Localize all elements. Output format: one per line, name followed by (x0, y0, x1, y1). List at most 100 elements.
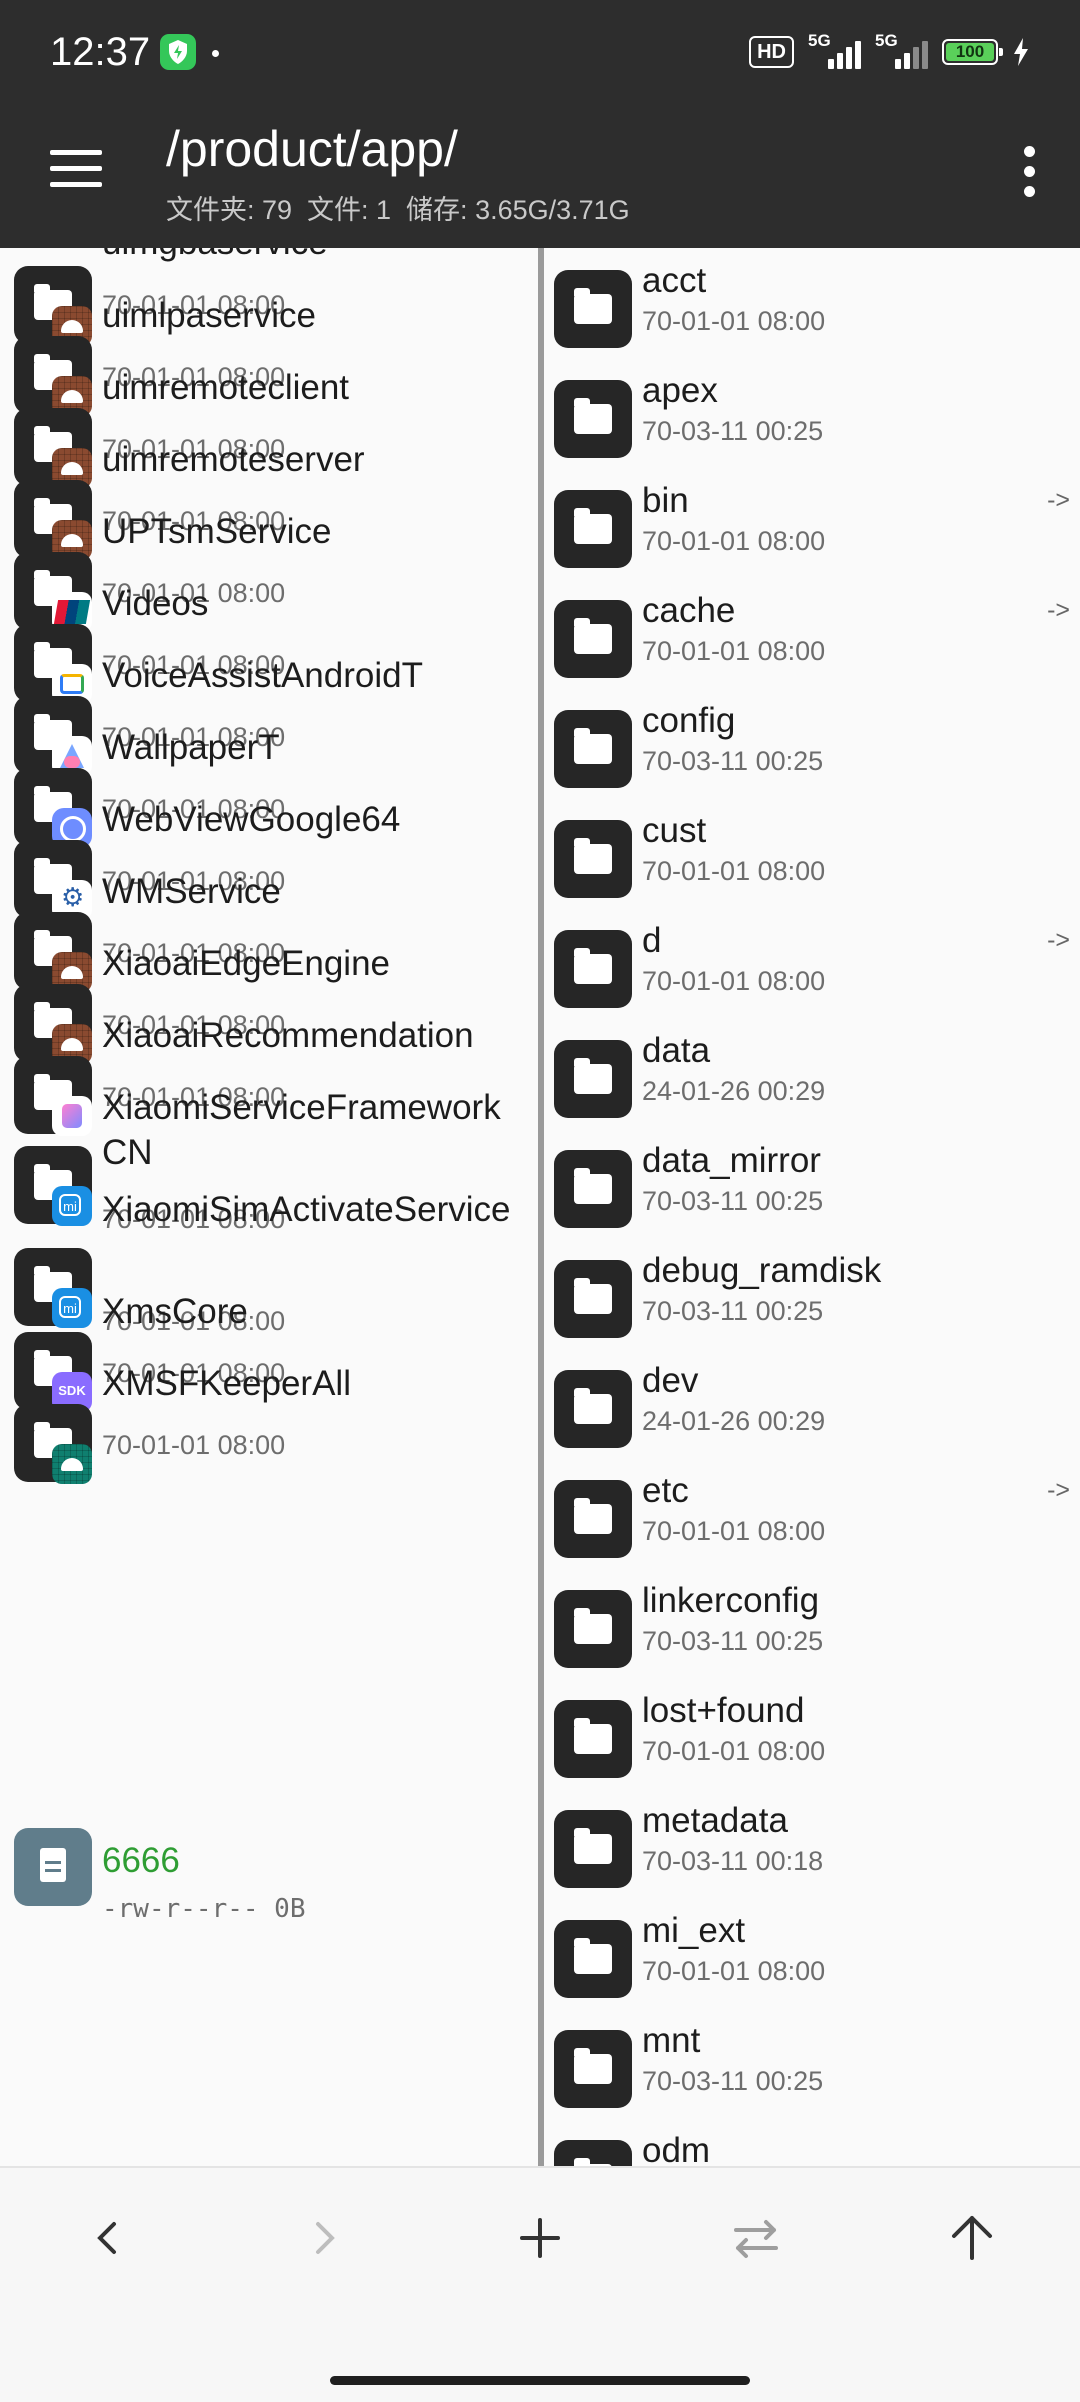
status-bar: 12:37 HD 5G 5G 100 (0, 0, 1080, 104)
folder-icon (554, 1040, 632, 1118)
folder-date: 70-01-01 08:00 (642, 636, 826, 666)
file-permissions: -rw-r--r-- 0B (102, 1894, 306, 1924)
folder-name: lost+found (642, 1691, 805, 1730)
folder-shape (574, 508, 612, 544)
folder-shape (574, 948, 612, 984)
folder-shape (574, 1498, 612, 1534)
current-path: /product/app/ (166, 121, 458, 177)
folder-icon (554, 930, 632, 1008)
folder-name: mnt (642, 2021, 701, 2060)
status-icons: HD 5G 5G 100 (749, 31, 1030, 72)
folder-shape (574, 398, 612, 434)
file-name: XiaoaiEdgeEngine (102, 944, 391, 983)
folder-shape (574, 1278, 612, 1314)
signal-2-icon: 5G (875, 31, 928, 69)
battery-icon: 100 (942, 39, 1003, 65)
folder-name: config (642, 701, 736, 740)
file-name: XMSFKeeperAll (102, 1364, 351, 1403)
file-name: WMService (102, 872, 281, 911)
add-icon[interactable] (490, 2208, 590, 2268)
folder-date: 70-01-01 08:00 (642, 1956, 826, 1986)
folder-icon (554, 490, 632, 568)
folder-icon (554, 1920, 632, 1998)
folder-icon (554, 2030, 632, 2108)
menu-hamburger-icon[interactable] (50, 148, 104, 188)
folder-icon (554, 1480, 632, 1558)
folder-name: apex (642, 371, 718, 410)
symlink-indicator: -> (1047, 596, 1070, 624)
network-type-2: 5G (875, 31, 898, 50)
hd-icon: HD (749, 36, 794, 68)
app-bar: 12:37 HD 5G 5G 100 /product/app/ 文件夹: 79… (0, 0, 1080, 248)
folder-icon (554, 2140, 632, 2166)
file-name: WallpaperT (102, 728, 280, 767)
folder-shape (574, 1168, 612, 1204)
bottom-toolbar (0, 2166, 1080, 2402)
folder-icon (554, 1370, 632, 1448)
folder-shape (574, 618, 612, 654)
android-teal-app-icon (52, 1444, 92, 1484)
file-name: XmsCore (102, 1292, 248, 1331)
forward-icon[interactable] (274, 2208, 374, 2268)
folder-name: acct (642, 261, 707, 300)
folder-name: bin (642, 481, 689, 520)
left-file-pane[interactable]: uimgbaservice 70-01-01 08:00 uimlpaservice… (0, 248, 538, 2166)
status-time: 12:37 (50, 30, 151, 74)
file-name: UPTsmService (102, 512, 332, 551)
folder-name: mi_ext (642, 1911, 746, 1950)
storage-stats: 文件夹: 79 文件: 1 储存: 3.65G/3.71G (166, 195, 630, 225)
symlink-indicator: -> (1047, 1476, 1070, 1504)
folder-date: 24-01-26 00:29 (642, 1076, 826, 1106)
network-type-1: 5G (808, 31, 831, 50)
back-icon[interactable] (58, 2208, 158, 2268)
folder-date: 70-03-11 00:25 (642, 1186, 824, 1216)
folder-date: 70-01-01 08:00 (642, 526, 826, 556)
file-name: uimlpaservice (102, 296, 316, 335)
up-icon[interactable] (922, 2208, 1022, 2268)
file-name: Videos (102, 584, 209, 623)
folder-date: 70-03-11 00:25 (642, 746, 824, 776)
charging-icon (1014, 38, 1028, 66)
file-name: VoiceAssistAndroidT (102, 656, 423, 695)
folder-shape (574, 2048, 612, 2084)
more-options-icon[interactable] (1022, 146, 1036, 198)
security-shield-icon (160, 34, 196, 70)
folder-name: data (642, 1031, 711, 1070)
folder-name: d (642, 921, 662, 960)
document-icon (14, 1828, 92, 1906)
folder-date: 70-01-01 08:00 (642, 856, 826, 886)
folder-shape (574, 728, 612, 764)
folder-shape (574, 1058, 612, 1094)
folder-shape (574, 1718, 612, 1754)
folder-name: linkerconfig (642, 1581, 820, 1620)
file-name: 6666 (102, 1841, 180, 1880)
symlink-indicator: -> (1047, 926, 1070, 954)
folder-icon (554, 270, 632, 348)
folder-shape (574, 1608, 612, 1644)
folder-name: metadata (642, 1801, 788, 1840)
folder-icon (554, 710, 632, 788)
folder-name: debug_ramdisk (642, 1251, 882, 1290)
folder-icon (554, 1810, 632, 1888)
folder-name: dev (642, 1361, 699, 1400)
notification-dot-icon (212, 50, 219, 57)
folder-date: 70-03-11 00:25 (642, 416, 824, 446)
folder-shape (574, 1828, 612, 1864)
symlink-indicator: -> (1047, 486, 1070, 514)
swap-icon[interactable] (706, 2208, 806, 2268)
file-date: 70-01-01 08:00 (102, 1430, 286, 1460)
file-name: WebViewGoogle64 (102, 800, 401, 839)
file-name: uimremoteserver (102, 440, 365, 479)
file-name: XiaoaiRecommendation (102, 1016, 474, 1055)
folder-date: 24-01-26 00:29 (642, 1406, 826, 1436)
folder-shape (574, 838, 612, 874)
folder-shape (574, 1938, 612, 1974)
right-file-pane[interactable]: acct 70-01-01 08:00 apex 70-03-11 00:25 bin 7… (544, 248, 1080, 2166)
folder-icon (554, 1150, 632, 1228)
folder-date: 70-01-01 08:00 (642, 306, 826, 336)
file-name: XiaomiSimActivateService (102, 1190, 511, 1229)
folder-icon (554, 820, 632, 898)
home-indicator[interactable] (330, 2376, 750, 2385)
folder-name: etc (642, 1471, 689, 1510)
mi-app-icon (52, 1288, 92, 1328)
